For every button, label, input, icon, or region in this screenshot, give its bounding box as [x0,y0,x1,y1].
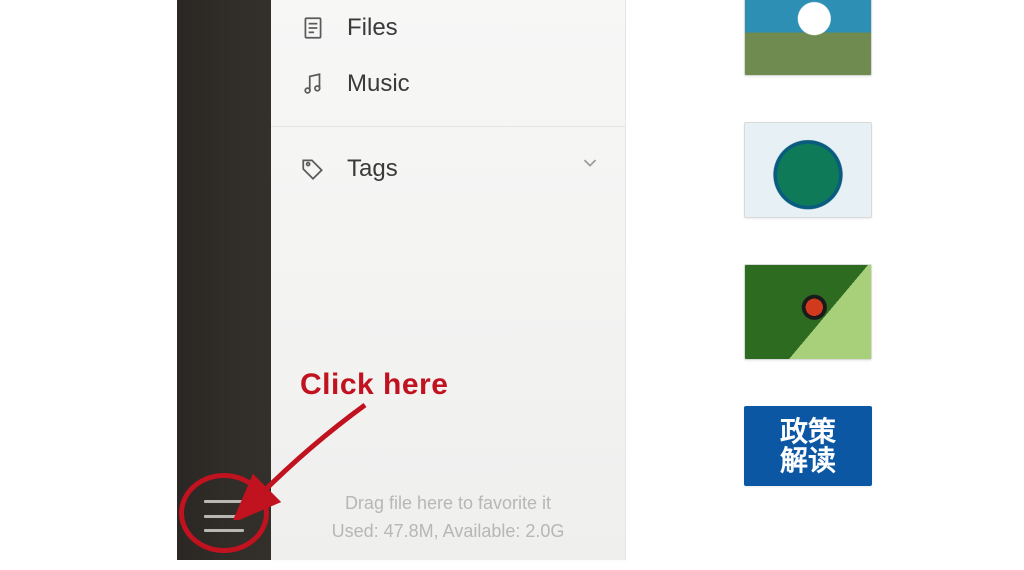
thumbnail-4[interactable]: 政策 解读 [744,406,872,486]
sidebar-footer: Drag file here to favorite it Used: 47.8… [271,490,625,546]
sidebar-item-files[interactable]: Files [271,0,625,56]
content-area: 政策 解读 [626,0,1024,560]
tag-icon [299,155,327,183]
sidebar-section-label: Tags [347,155,398,183]
storage-status: Used: 47.8M, Available: 2.0G [281,518,615,546]
music-icon [299,70,327,98]
favorite-drop-hint: Drag file here to favorite it [281,490,615,518]
thumbnail-3[interactable] [744,264,872,360]
sidebar-item-label: Music [347,70,410,98]
thumbnail-2[interactable] [744,122,872,218]
sidebar-item-music[interactable]: Music [271,56,625,112]
sidebar-panel: Files Music Tags [271,0,626,560]
thumbnail-1[interactable] [744,0,872,76]
menu-button[interactable] [204,500,244,532]
sidebar-section-tags[interactable]: Tags [271,127,625,197]
sidebar-item-label: Files [347,14,398,42]
thumbnail-4-text: 政策 解读 [780,417,836,476]
app-rail [177,0,271,560]
chevron-down-icon [579,152,601,181]
file-icon [299,14,327,42]
